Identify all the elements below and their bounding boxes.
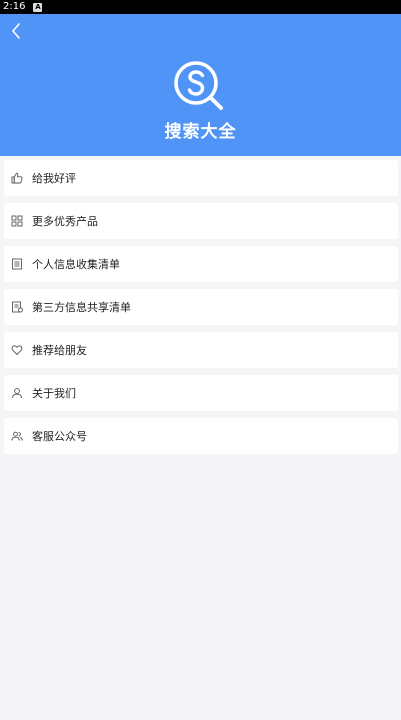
search-s-logo-icon	[174, 61, 223, 110]
menu-item-personal-info-list[interactable]: 个人信息收集清单	[4, 246, 398, 282]
settings-menu: 给我好评 更多优秀产品 个人信息收集清单 第三方信息共享清单 推荐给朋友 关于我…	[4, 160, 398, 461]
menu-item-customer-service-account[interactable]: 客服公众号	[4, 418, 398, 454]
menu-item-rate-app[interactable]: 给我好评	[4, 160, 398, 196]
menu-label: 推荐给朋友	[32, 344, 87, 357]
app-header: 搜索大全	[0, 14, 401, 156]
menu-label: 更多优秀产品	[32, 215, 98, 228]
menu-label: 关于我们	[32, 387, 76, 400]
menu-item-third-party-sharing-list[interactable]: 第三方信息共享清单	[4, 289, 398, 325]
status-indicator-icon: A	[33, 2, 43, 12]
thumbs-up-icon	[11, 172, 23, 184]
menu-label: 客服公众号	[32, 430, 87, 443]
back-button[interactable]	[6, 20, 26, 42]
heart-icon	[11, 345, 23, 355]
menu-label: 给我好评	[32, 172, 76, 185]
status-time: 2:16	[3, 1, 26, 12]
menu-item-more-products[interactable]: 更多优秀产品	[4, 203, 398, 239]
menu-item-recommend-to-friends[interactable]: 推荐给朋友	[4, 332, 398, 368]
users-icon	[11, 431, 23, 441]
list-document-icon	[12, 258, 22, 270]
chevron-left-icon	[12, 23, 20, 39]
share-document-icon	[12, 301, 23, 313]
app-title: 搜索大全	[164, 122, 237, 142]
menu-label: 个人信息收集清单	[32, 258, 120, 271]
status-bar: 2:16 A	[0, 0, 401, 14]
grid-icon	[11, 215, 23, 227]
menu-label: 第三方信息共享清单	[32, 301, 131, 314]
user-icon	[12, 388, 22, 399]
menu-item-about-us[interactable]: 关于我们	[4, 375, 398, 411]
